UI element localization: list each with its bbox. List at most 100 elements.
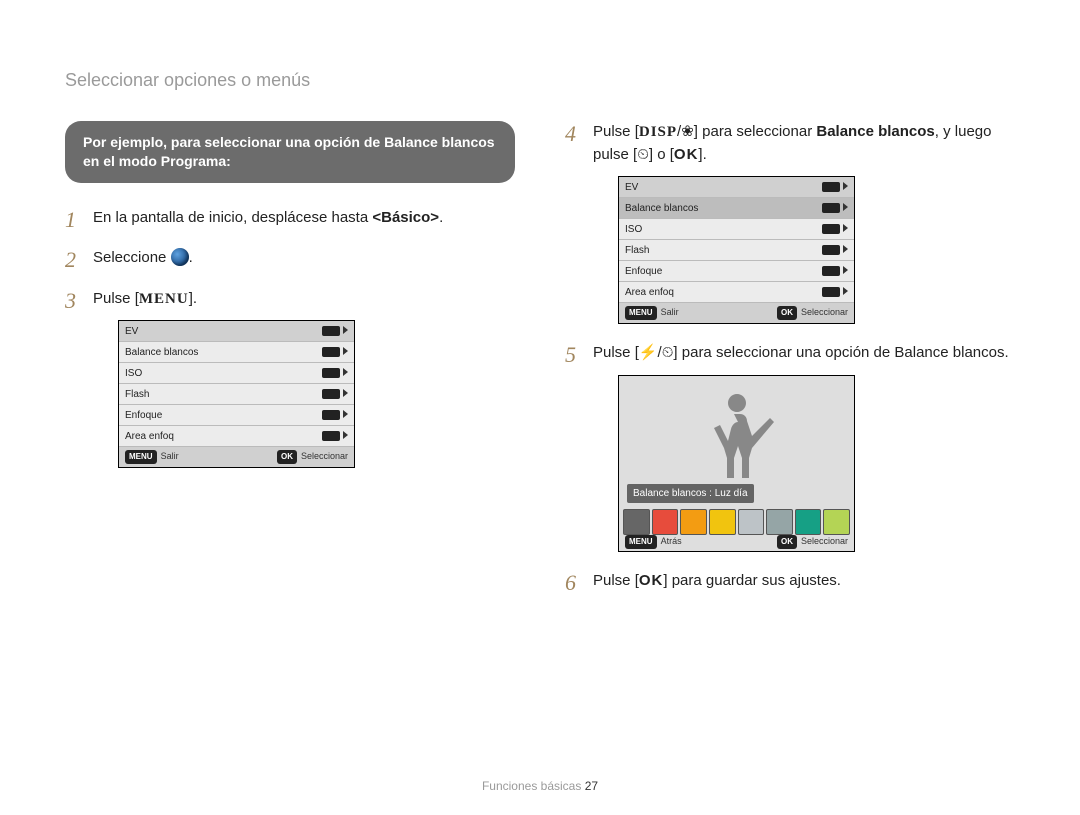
- macro-flower-icon: ❀: [681, 121, 694, 144]
- menu-row-value-icon: [322, 347, 340, 357]
- menu-row-right: [822, 285, 848, 300]
- chevron-right-icon: [343, 410, 348, 418]
- chevron-right-icon: [843, 266, 848, 274]
- menu-row-right: [322, 429, 348, 444]
- wb-swatch-strip: [623, 509, 850, 535]
- step-bold: Balance blancos: [816, 123, 934, 140]
- wb-swatch: [652, 509, 679, 535]
- chevron-right-icon: [843, 224, 848, 232]
- chevron-right-icon: [343, 368, 348, 376]
- menu-row-label: EV: [625, 180, 638, 195]
- step-text: .: [439, 209, 443, 226]
- ok-badge-icon: OK: [277, 450, 297, 464]
- ok-badge-icon: OK: [777, 535, 797, 549]
- wb-screen-footer: MENUAtrás OKSeleccionar: [619, 533, 854, 551]
- step-text: Seleccione: [93, 249, 171, 266]
- menu-row: Flash: [119, 384, 354, 405]
- menu-row: EV: [619, 177, 854, 198]
- timer-icon: ⏲: [662, 342, 674, 365]
- wb-swatch: [623, 509, 650, 535]
- ok-button-glyph: OK: [674, 146, 699, 163]
- footer-right: OKSeleccionar: [777, 306, 848, 320]
- menu-row-value-icon: [822, 287, 840, 297]
- menu-row-value-icon: [822, 224, 840, 234]
- example-hint-box: Por ejemplo, para seleccionar una opción…: [65, 121, 515, 183]
- step-text: ] para seleccionar: [694, 123, 817, 140]
- menu-row: ISO: [619, 219, 854, 240]
- right-column: Pulse [DISP/❀] para seleccionar Balance …: [565, 121, 1015, 611]
- menu-row-value-icon: [322, 368, 340, 378]
- menu-row: ISO: [119, 363, 354, 384]
- step-text: Pulse [: [593, 572, 639, 589]
- menu-badge-icon: MENU: [625, 306, 657, 320]
- wb-swatch: [823, 509, 850, 535]
- page-footer: Funciones básicas 27: [0, 779, 1080, 793]
- menu-row: Enfoque: [619, 261, 854, 282]
- steps-left: En la pantalla de inicio, desplácese has…: [65, 207, 515, 469]
- breadcrumb: Seleccionar opciones o menús: [65, 70, 1015, 91]
- menu-row-value-icon: [322, 389, 340, 399]
- menu-row-label: Area enfoq: [125, 429, 174, 444]
- left-column: Por ejemplo, para seleccionar una opción…: [65, 121, 515, 611]
- menu-row-label: Enfoque: [625, 264, 662, 279]
- menu-row-right: [322, 387, 348, 402]
- menu-row: Flash: [619, 240, 854, 261]
- step-text: ].: [698, 146, 706, 163]
- menu-row-right: [322, 345, 348, 360]
- flash-icon: ⚡: [639, 342, 658, 365]
- program-mode-icon: [171, 248, 189, 266]
- wb-overlay-label: Balance blancos : Luz día: [627, 484, 754, 503]
- menu-row-label: Flash: [125, 387, 149, 402]
- menu-row-value-icon: [822, 266, 840, 276]
- menu-row-right: [822, 264, 848, 279]
- menu-row-label: Enfoque: [125, 408, 162, 423]
- column-layout: Por ejemplo, para seleccionar una opción…: [65, 121, 1015, 611]
- menu-row-value-icon: [822, 182, 840, 192]
- menu-row-right: [822, 243, 848, 258]
- menu-row-label: Flash: [625, 243, 649, 258]
- menu-row-label: Balance blancos: [125, 345, 198, 360]
- footer-section: Funciones básicas: [482, 779, 581, 793]
- menu-badge-icon: MENU: [625, 535, 657, 549]
- menu-row-value-icon: [322, 431, 340, 441]
- menu-row: EV: [119, 321, 354, 342]
- menu-row-right: [822, 201, 848, 216]
- chevron-right-icon: [343, 347, 348, 355]
- menu-row-value-icon: [822, 203, 840, 213]
- menu-row-right: [322, 366, 348, 381]
- step-text: ].: [189, 290, 197, 307]
- white-balance-screenshot: Balance blancos : Luz día MENUAtrás OKSe…: [618, 375, 855, 552]
- step-text: ] para guardar sus ajustes.: [663, 572, 841, 589]
- menu-row-right: [822, 222, 848, 237]
- menu-row: Balance blancos: [119, 342, 354, 363]
- manual-page: Seleccionar opciones o menús Por ejemplo…: [0, 0, 1080, 815]
- footer-left-label: Atrás: [661, 536, 682, 546]
- chevron-right-icon: [843, 182, 848, 190]
- menu-row-label: Area enfoq: [625, 285, 674, 300]
- menu-badge-icon: MENU: [125, 450, 157, 464]
- menu-row-right: [322, 324, 348, 339]
- footer-left: MENUSalir: [625, 306, 679, 320]
- wb-swatch: [795, 509, 822, 535]
- menu-screen-footer: MENUSalir OKSeleccionar: [119, 447, 354, 467]
- step-text: .: [189, 249, 193, 266]
- step-bold: <Básico>: [372, 209, 439, 226]
- chevron-right-icon: [343, 326, 348, 334]
- footer-left: MENUSalir: [125, 450, 179, 464]
- disp-button-glyph: DISP: [639, 124, 677, 140]
- step-text: Pulse [: [593, 345, 639, 362]
- menu-button-glyph: MENU: [139, 291, 189, 307]
- menu-row: Balance blancos: [619, 198, 854, 219]
- timer-icon: ⏲: [637, 144, 649, 167]
- wb-swatch: [680, 509, 707, 535]
- chevron-right-icon: [343, 389, 348, 397]
- menu-screen-footer: MENUSalir OKSeleccionar: [619, 303, 854, 323]
- footer-right: OKSeleccionar: [277, 450, 348, 464]
- menu-row: Enfoque: [119, 405, 354, 426]
- ok-button-glyph: OK: [639, 572, 664, 589]
- step-5: Pulse [⚡/⏲] para seleccionar una opción …: [565, 342, 1015, 552]
- menu-row-value-icon: [322, 410, 340, 420]
- wb-swatch: [766, 509, 793, 535]
- menu-row-value-icon: [322, 326, 340, 336]
- step-text: Pulse [: [593, 123, 639, 140]
